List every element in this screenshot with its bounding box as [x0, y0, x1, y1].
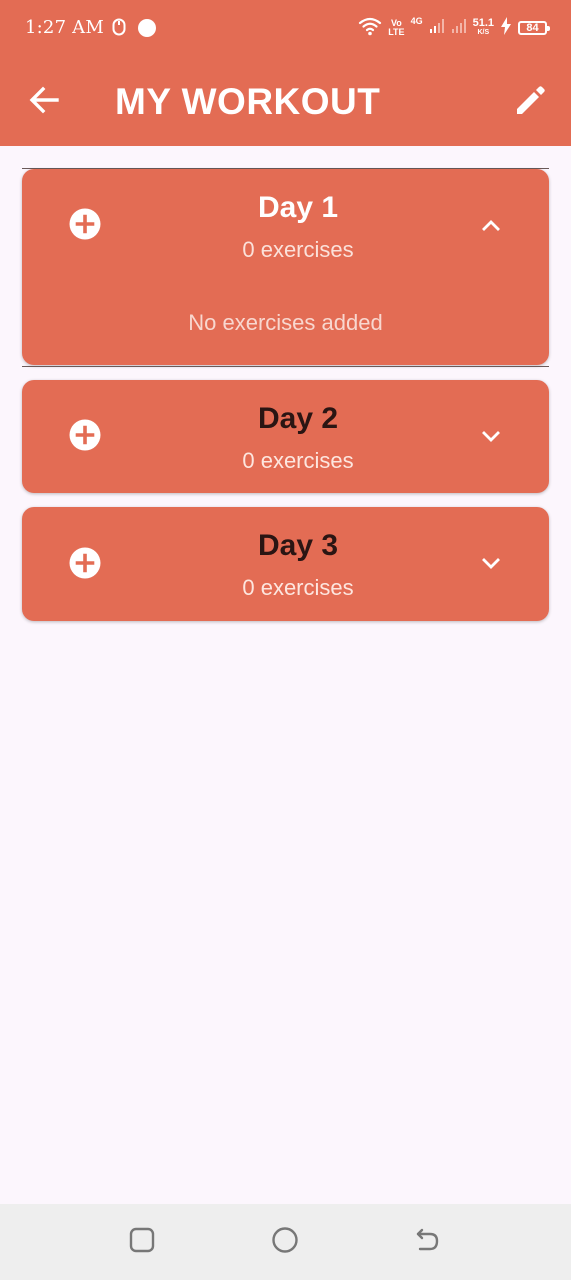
speed-unit: K/S [477, 29, 490, 36]
notification-dot-icon [138, 19, 156, 37]
edit-button[interactable] [509, 80, 553, 124]
recents-button[interactable] [126, 1226, 158, 1258]
arrow-left-icon [27, 83, 61, 122]
empty-exercises-message: No exercises added [188, 310, 383, 335]
circle-icon [271, 1226, 299, 1259]
wifi-icon [358, 16, 382, 41]
chevron-down-icon[interactable] [478, 550, 504, 576]
status-time: 1:27 AM [25, 17, 104, 38]
exercise-count: 0 exercises [242, 575, 354, 600]
chevron-up-icon[interactable] [478, 212, 504, 238]
exercise-count: 0 exercises [242, 448, 354, 473]
battery-icon: 84 [518, 21, 550, 35]
signal-icon-2 [451, 18, 467, 39]
system-nav-bar [0, 1204, 571, 1280]
return-icon [413, 1226, 441, 1259]
volte-bottom: LTE [388, 27, 405, 37]
charging-icon [500, 16, 512, 40]
divider [22, 366, 549, 367]
battery-level: 84 [526, 22, 539, 34]
exercise-count: 0 exercises [242, 237, 354, 262]
status-bar: 1:27 AM Vo LTE 4G 51.1 K/S 84 [0, 0, 571, 58]
pencil-icon [515, 84, 547, 121]
day-card-2[interactable]: Day 2 0 exercises [22, 380, 549, 493]
mouse-icon [112, 18, 126, 41]
status-indicators: Vo LTE 4G 51.1 K/S 84 [358, 16, 550, 41]
day-card-3[interactable]: Day 3 0 exercises [22, 507, 549, 621]
signal-icon-1 [429, 18, 445, 39]
home-button[interactable] [269, 1226, 301, 1258]
network-speed: 51.1 K/S [473, 18, 494, 38]
volte-indicator: Vo LTE [388, 19, 404, 37]
network-type: 4G [410, 16, 423, 26]
chevron-down-icon[interactable] [478, 423, 504, 449]
nav-back-button[interactable] [411, 1226, 443, 1258]
app-bar: MY WORKOUT [0, 58, 571, 146]
day-card-1[interactable]: Day 1 0 exercises No exercises added [22, 169, 549, 365]
square-icon [129, 1227, 155, 1258]
page-title: MY WORKOUT [115, 81, 381, 122]
speed-value: 51.1 [472, 17, 494, 29]
back-button[interactable] [22, 80, 66, 124]
